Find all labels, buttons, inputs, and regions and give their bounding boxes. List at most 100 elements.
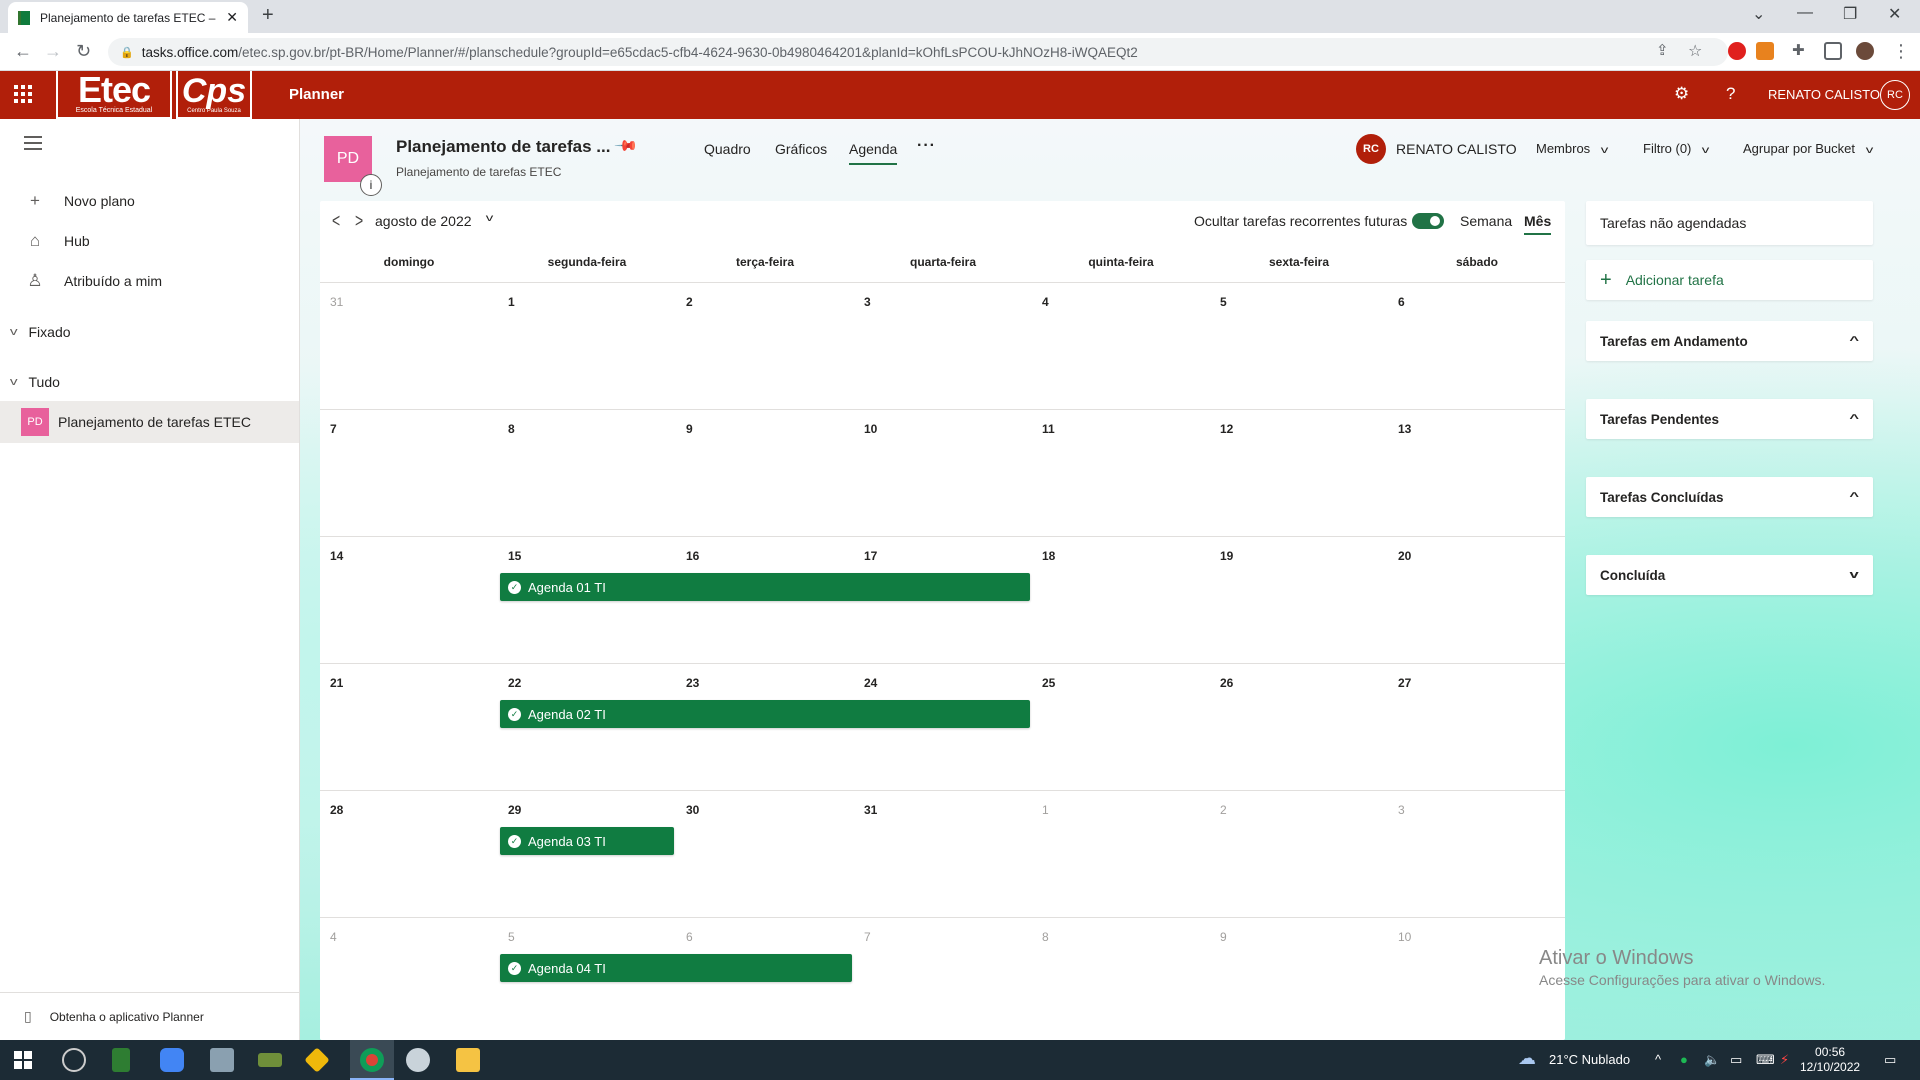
get-app-link[interactable]: ▯ Obtenha o aplicativo Planner <box>0 992 299 1040</box>
day-number[interactable]: 9 <box>1220 930 1227 944</box>
day-number[interactable]: 1 <box>508 295 515 309</box>
add-task-button[interactable]: + Adicionar tarefa <box>1586 260 1873 300</box>
nav-item-new-plan[interactable]: + Novo plano <box>0 181 299 221</box>
browser-menu-icon[interactable]: ⋮ <box>1892 41 1910 62</box>
help-icon[interactable]: ? <box>1726 84 1735 104</box>
task-event[interactable]: ✓ Agenda 01 TI <box>500 573 1030 601</box>
bookmark-star-icon[interactable]: ☆ <box>1688 41 1702 61</box>
day-number[interactable]: 30 <box>686 803 699 817</box>
month-view-button[interactable]: Mês <box>1524 213 1552 235</box>
tab-search-icon[interactable]: ⌄ <box>1752 4 1765 24</box>
day-number[interactable]: 7 <box>330 422 337 436</box>
share-icon[interactable]: ⇪ <box>1656 41 1669 59</box>
previous-month-button[interactable]: < <box>332 209 340 231</box>
close-window-button[interactable]: ✕ <box>1888 4 1901 24</box>
day-number[interactable]: 8 <box>508 422 515 436</box>
nav-item-hub[interactable]: ⌂ Hub <box>0 221 299 261</box>
suite-user-name[interactable]: RENATO CALISTO <box>1768 87 1880 102</box>
day-number[interactable]: 10 <box>1398 930 1411 944</box>
extensions-puzzle-icon[interactable]: ✚ <box>1792 41 1805 59</box>
forward-button[interactable]: → <box>44 41 62 62</box>
metamask-extension-icon[interactable] <box>1756 42 1774 60</box>
group-completed-tasks[interactable]: Tarefas Concluídas ^ <box>1586 477 1873 517</box>
next-month-button[interactable]: > <box>355 209 363 231</box>
app-name[interactable]: Planner <box>289 86 344 103</box>
remote-desktop-app-icon[interactable] <box>210 1048 234 1072</box>
day-number[interactable]: 1 <box>1042 803 1049 817</box>
settings-gear-icon[interactable]: ⚙ <box>1674 84 1689 104</box>
day-number[interactable]: 16 <box>686 549 699 563</box>
tool-app-icon[interactable] <box>406 1048 430 1072</box>
chrome-taskbar-button[interactable] <box>350 1040 394 1080</box>
opera-extension-icon[interactable] <box>1728 42 1746 60</box>
month-label[interactable]: agosto de 2022 <box>375 213 472 229</box>
day-number[interactable]: 2 <box>686 295 693 309</box>
nav-item-assigned-to-me[interactable]: ♙ Atribuído a mim <box>0 261 299 301</box>
taskbar-clock[interactable]: 00:56 12/10/2022 <box>1800 1045 1860 1075</box>
task-event[interactable]: ✓ Agenda 02 TI <box>500 700 1030 728</box>
spotify-tray-icon[interactable]: ● <box>1680 1052 1688 1067</box>
day-number[interactable]: 6 <box>1398 295 1405 309</box>
day-number[interactable]: 8 <box>1042 930 1049 944</box>
weather-text[interactable]: 21°C Nublado <box>1549 1052 1630 1067</box>
battery-icon[interactable]: ▭ <box>1730 1052 1742 1068</box>
day-number[interactable]: 23 <box>686 676 699 690</box>
lock-icon[interactable]: 🔒 <box>120 46 134 59</box>
day-number[interactable]: 31 <box>864 803 877 817</box>
collapse-nav-hamburger-icon[interactable] <box>24 136 42 154</box>
day-number[interactable]: 26 <box>1220 676 1233 690</box>
power-tray-icon[interactable]: ⚡ <box>1780 1052 1789 1068</box>
pin-icon[interactable]: 📌 <box>613 133 639 159</box>
day-number[interactable]: 28 <box>330 803 343 817</box>
weather-cloud-icon[interactable]: ☁ <box>1518 1048 1536 1069</box>
chevron-down-icon[interactable]: v <box>486 213 494 224</box>
more-options-icon[interactable]: ··· <box>917 137 936 155</box>
network-icon[interactable]: ⌨ <box>1756 1052 1775 1068</box>
browser-tab[interactable]: Planejamento de tarefas ETEC – P ✕ <box>8 2 248 33</box>
volume-icon[interactable]: 🔈 <box>1704 1052 1720 1068</box>
nav-section-all[interactable]: v Tudo <box>0 364 299 400</box>
week-view-button[interactable]: Semana <box>1460 213 1512 229</box>
libreoffice-app-icon[interactable] <box>112 1048 130 1072</box>
day-number[interactable]: 19 <box>1220 549 1233 563</box>
new-tab-button[interactable]: + <box>262 4 274 27</box>
day-number[interactable]: 22 <box>508 676 521 690</box>
side-panel-icon[interactable] <box>1824 42 1842 60</box>
task-event[interactable]: ✓ Agenda 03 TI <box>500 827 674 855</box>
day-number[interactable]: 29 <box>508 803 521 817</box>
group-pending[interactable]: Tarefas Pendentes ^ <box>1586 399 1873 439</box>
notifications-icon[interactable]: ▭ <box>1884 1052 1896 1068</box>
hide-recurring-toggle[interactable] <box>1412 213 1444 229</box>
reload-button[interactable]: ↻ <box>76 41 91 62</box>
day-number[interactable]: 4 <box>330 930 337 944</box>
app-launcher-waffle-icon[interactable] <box>14 85 32 103</box>
plan-title[interactable]: Planejamento de tarefas ... <box>396 137 610 157</box>
game-app-icon[interactable] <box>258 1053 282 1067</box>
plan-info-icon[interactable]: i <box>360 174 382 196</box>
day-number[interactable]: 17 <box>864 549 877 563</box>
day-number[interactable]: 4 <box>1042 295 1049 309</box>
members-dropdown[interactable]: Membros v <box>1536 141 1608 156</box>
day-number[interactable]: 21 <box>330 676 343 690</box>
day-number[interactable]: 15 <box>508 549 521 563</box>
profile-avatar[interactable] <box>1856 42 1874 60</box>
binance-app-icon[interactable] <box>304 1047 330 1073</box>
day-number[interactable]: 7 <box>864 930 871 944</box>
group-in-progress[interactable]: Tarefas em Andamento ^ <box>1586 321 1873 361</box>
day-number[interactable]: 20 <box>1398 549 1411 563</box>
day-number[interactable]: 12 <box>1220 422 1233 436</box>
day-number[interactable]: 3 <box>1398 803 1405 817</box>
day-number[interactable]: 10 <box>864 422 877 436</box>
day-number[interactable]: 13 <box>1398 422 1411 436</box>
day-number[interactable]: 31 <box>330 295 343 309</box>
member-avatar[interactable]: RC <box>1356 134 1386 164</box>
file-explorer-app-icon[interactable] <box>456 1048 480 1072</box>
minimize-button[interactable]: — <box>1797 4 1813 22</box>
cps-logo[interactable]: Cps Centro Paula Souza <box>176 71 252 119</box>
nav-plan-item[interactable]: PD Planejamento de tarefas ETEC <box>0 401 299 443</box>
day-number[interactable]: 11 <box>1042 422 1055 436</box>
meet-app-icon[interactable] <box>160 1048 184 1072</box>
task-event[interactable]: ✓ Agenda 04 TI <box>500 954 852 982</box>
close-tab-icon[interactable]: ✕ <box>226 9 238 26</box>
day-number[interactable]: 25 <box>1042 676 1055 690</box>
